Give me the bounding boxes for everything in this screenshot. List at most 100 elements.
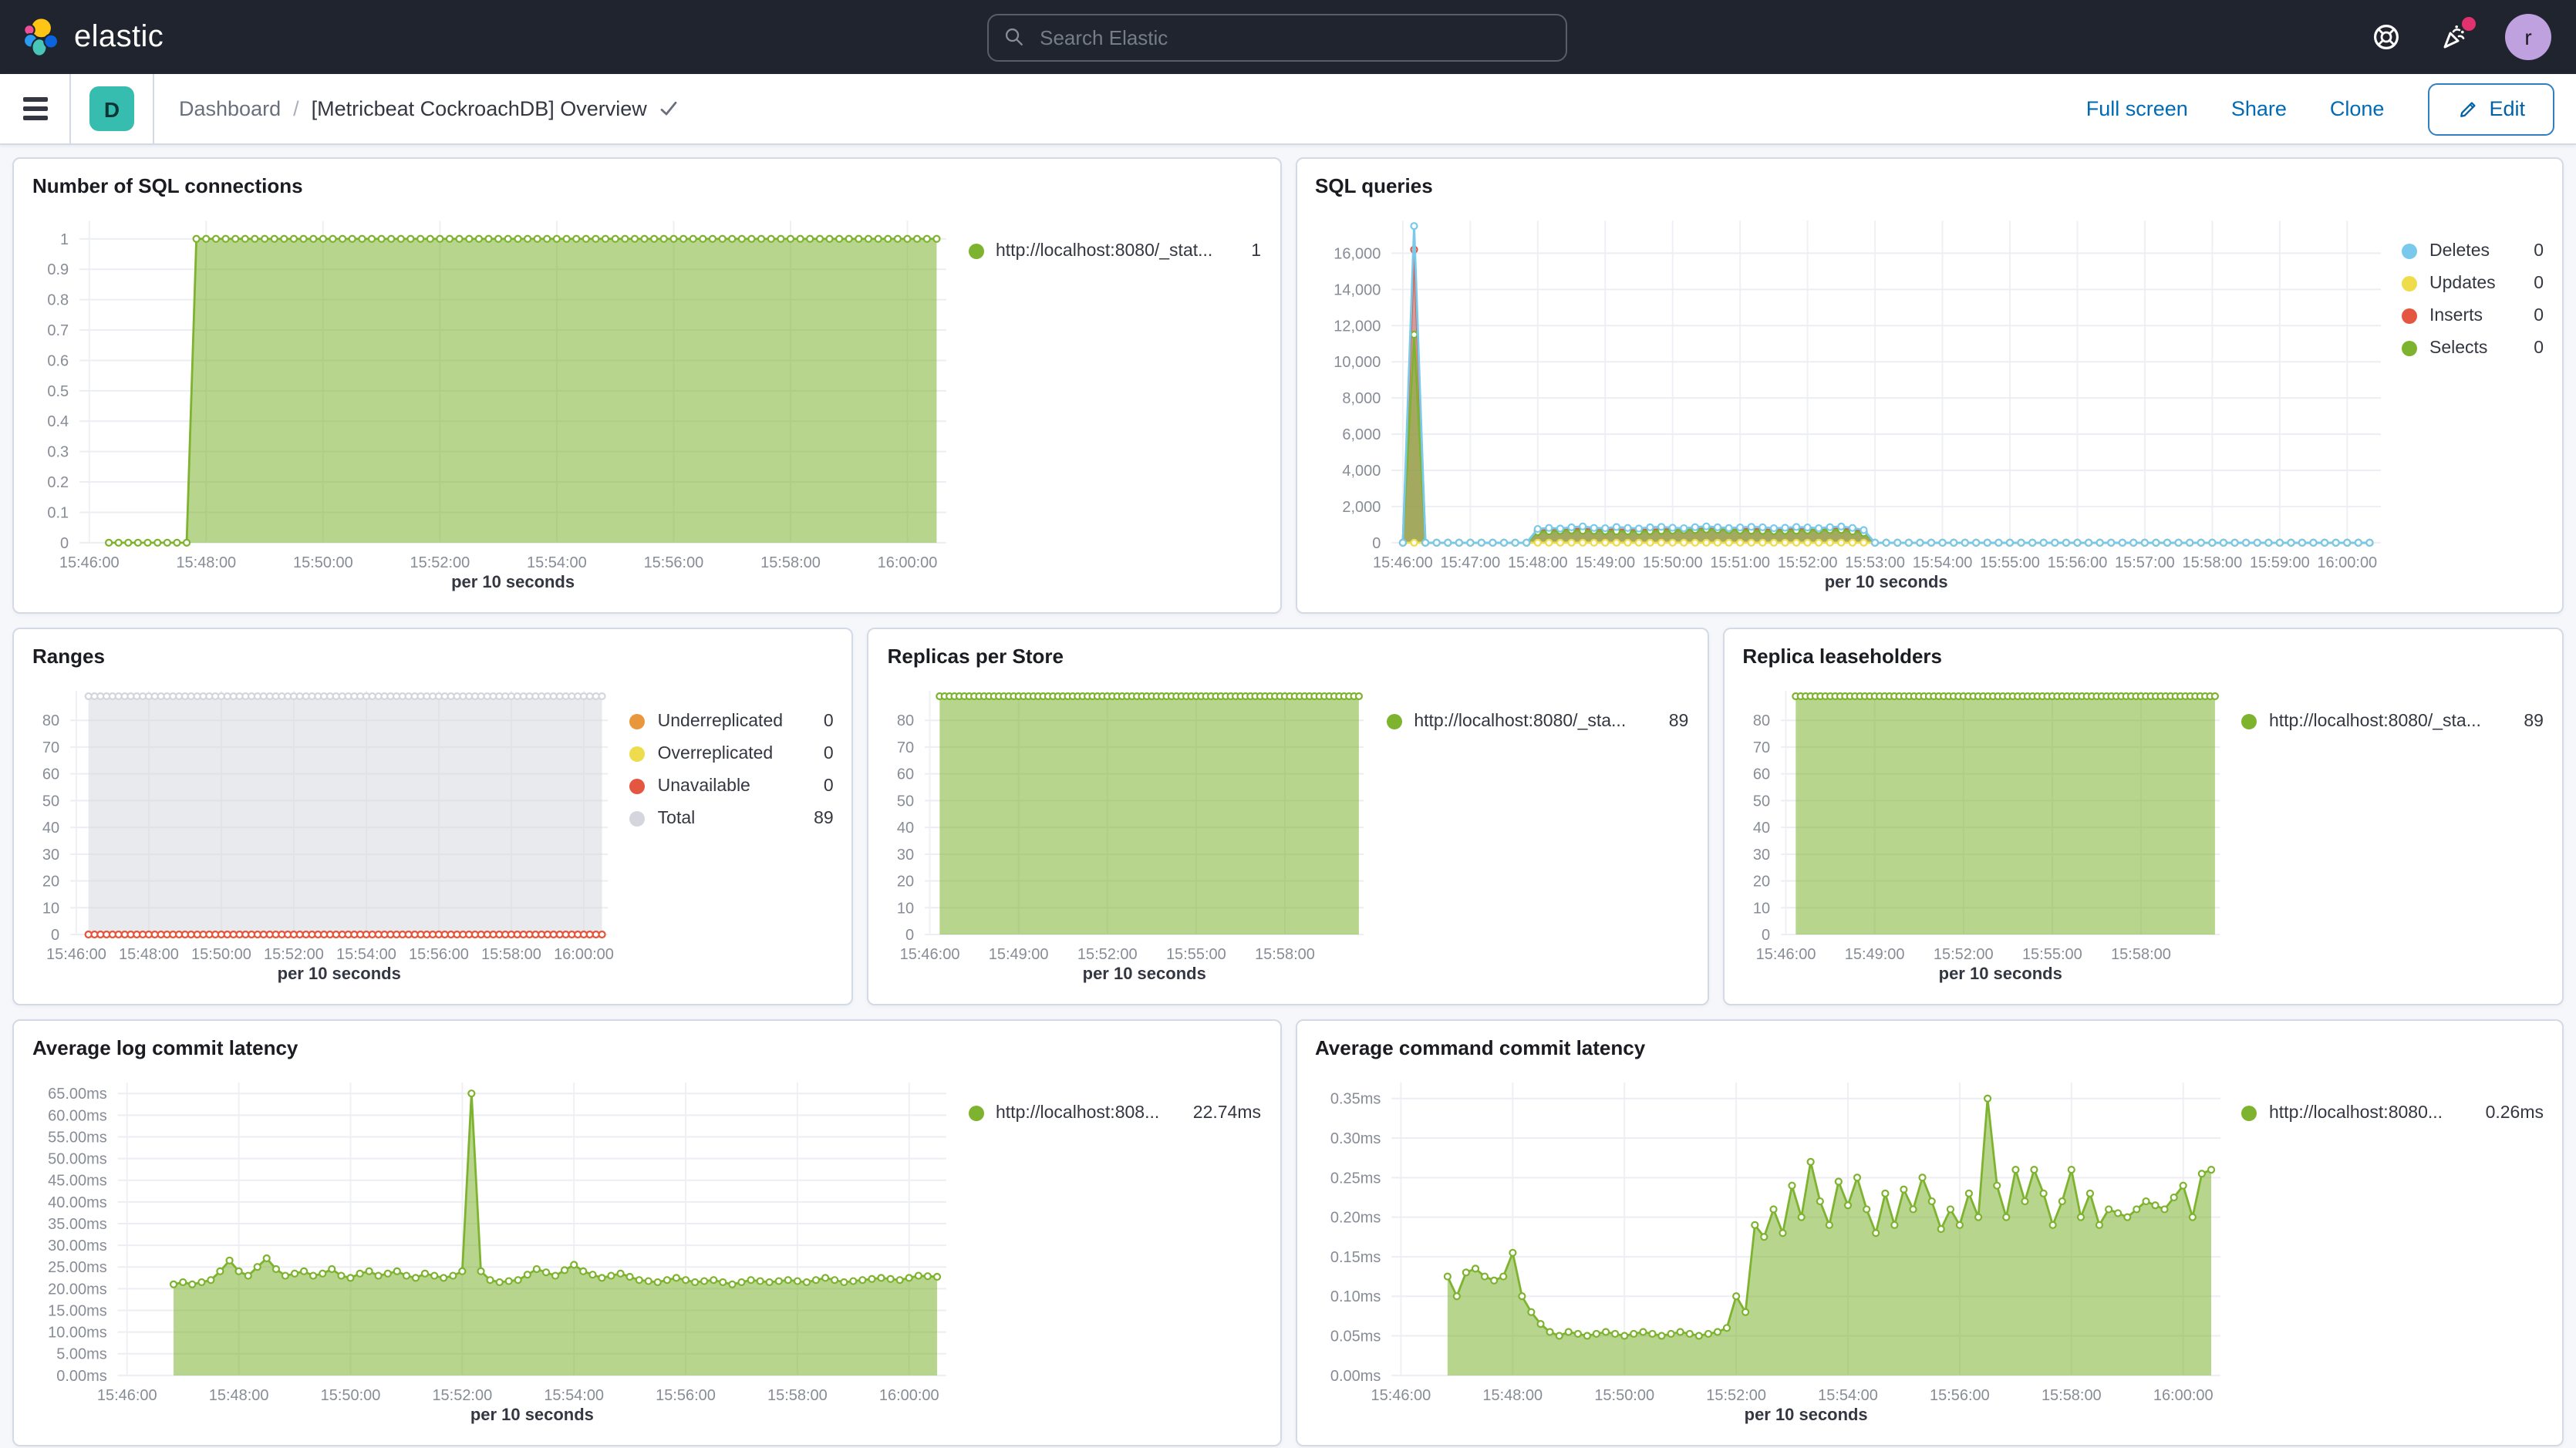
chart-container: 15:46:0015:49:0015:52:0015:55:0015:58:00…	[888, 675, 1387, 990]
svg-text:15:51:00: 15:51:00	[1709, 554, 1769, 571]
legend-item[interactable]: Underreplicated0	[630, 712, 834, 731]
dashboard-row-3: Average log commit latency 15:46:0015:48…	[12, 1019, 2564, 1446]
breadcrumb-separator: /	[293, 97, 299, 120]
panel-command-commit-latency: Average command commit latency 15:46:001…	[1295, 1019, 2564, 1446]
log-commit-latency-chart[interactable]: 15:46:0015:48:0015:50:0015:52:0015:54:00…	[32, 1067, 968, 1431]
legend-value: 0	[2524, 274, 2544, 293]
share-button[interactable]: Share	[2231, 97, 2287, 120]
chart-container: 15:46:0015:48:0015:50:0015:52:0015:54:00…	[32, 1067, 968, 1431]
svg-text:1: 1	[60, 231, 69, 248]
elastic-brand[interactable]: elastic	[0, 17, 185, 57]
legend-value: 0.26ms	[2477, 1104, 2544, 1123]
svg-text:40: 40	[42, 820, 59, 837]
svg-text:0.2: 0.2	[47, 474, 69, 491]
chart-container: 15:46:0015:48:0015:50:0015:52:0015:54:00…	[32, 675, 630, 990]
legend-item[interactable]: Updates0	[2402, 274, 2544, 293]
legend-item[interactable]: http://localhost:8080... 0.26ms	[2241, 1104, 2544, 1123]
sql-connections-chart[interactable]: 15:46:0015:48:0015:50:0015:52:0015:54:00…	[32, 205, 968, 598]
panel-title: Average command commit latency	[1315, 1035, 2544, 1061]
legend-item[interactable]: Selects0	[2402, 339, 2544, 358]
legend-item[interactable]: Overreplicated0	[630, 745, 834, 763]
global-search-box[interactable]	[987, 13, 1567, 61]
legend-item[interactable]: Total89	[630, 810, 834, 828]
dashboard-row-2: Ranges 15:46:0015:48:0015:50:0015:52:001…	[12, 628, 2564, 1005]
svg-text:50.00ms: 50.00ms	[48, 1151, 107, 1168]
svg-text:per 10 seconds: per 10 seconds	[1083, 964, 1206, 983]
legend-item[interactable]: Unavailable 0	[630, 777, 834, 796]
command-commit-latency-chart[interactable]: 15:46:0015:48:0015:50:0015:52:0015:54:00…	[1315, 1067, 2241, 1431]
breadcrumb-dashboard-link[interactable]: Dashboard	[179, 97, 281, 120]
news-feed-button[interactable]	[2437, 20, 2471, 54]
lifebuoy-icon	[2371, 22, 2402, 52]
legend-label: Unavailable	[658, 777, 750, 796]
user-avatar[interactable]: r	[2505, 14, 2551, 60]
svg-text:15:52:00: 15:52:00	[1705, 1387, 1765, 1404]
svg-text:15:49:00: 15:49:00	[989, 946, 1049, 963]
hamburger-icon	[22, 98, 47, 102]
legend-item[interactable]: http://localhost:8080/_sta...89	[1386, 712, 1688, 731]
chart-container: 15:46:0015:49:0015:52:0015:55:0015:58:00…	[1742, 675, 2241, 990]
search-wrapper	[185, 13, 2369, 61]
svg-text:15:56:00: 15:56:00	[1929, 1387, 1989, 1404]
replica-leaseholders-chart[interactable]: 15:46:0015:49:0015:52:0015:55:0015:58:00…	[1742, 675, 2241, 990]
svg-text:15:56:00: 15:56:00	[644, 554, 704, 571]
panel-sql-connections: Number of SQL connections 15:46:0015:48:…	[12, 157, 1281, 614]
svg-text:0: 0	[1371, 535, 1380, 552]
svg-text:15:52:00: 15:52:00	[410, 554, 470, 571]
svg-text:10: 10	[1752, 900, 1769, 917]
legend-value: 0	[814, 777, 834, 796]
elastic-logo-icon	[22, 17, 62, 57]
app-root: elastic	[0, 0, 2576, 1448]
svg-text:0.00ms: 0.00ms	[1330, 1368, 1380, 1385]
panel-title: Number of SQL connections	[32, 173, 1261, 199]
svg-text:15:50:00: 15:50:00	[191, 946, 251, 963]
legend-item[interactable]: Inserts0	[2402, 307, 2544, 325]
svg-text:20: 20	[1752, 874, 1769, 891]
legend-label: http://localhost:8080/_sta...	[1414, 712, 1626, 731]
legend-color-dot	[2402, 244, 2417, 259]
legend-item[interactable]: Deletes0	[2402, 242, 2544, 261]
svg-text:16:00:00: 16:00:00	[878, 554, 938, 571]
full-screen-button[interactable]: Full screen	[2086, 97, 2188, 120]
deployment-badge[interactable]: D	[89, 86, 134, 131]
edit-button-label: Edit	[2489, 97, 2525, 120]
search-input[interactable]	[1037, 24, 1550, 50]
svg-text:5.00ms: 5.00ms	[56, 1346, 106, 1363]
legend-label: http://localhost:808...	[996, 1104, 1159, 1123]
pencil-icon	[2456, 98, 2478, 120]
svg-text:35.00ms: 35.00ms	[48, 1216, 107, 1233]
svg-text:15:48:00: 15:48:00	[1482, 1387, 1542, 1404]
legend-color-dot	[2402, 341, 2417, 356]
legend-item[interactable]: http://localhost:808...22.74ms	[968, 1104, 1261, 1123]
legend-label: Deletes	[2429, 242, 2490, 261]
chart-legend: Underreplicated0Overreplicated0Unavailab…	[630, 675, 834, 990]
svg-text:15.00ms: 15.00ms	[48, 1302, 107, 1319]
svg-text:per 10 seconds: per 10 seconds	[1938, 964, 2062, 983]
clone-button[interactable]: Clone	[2330, 97, 2385, 120]
legend-label: http://localhost:8080...	[2269, 1104, 2443, 1123]
svg-text:80: 80	[42, 712, 59, 729]
notification-dot	[2462, 17, 2476, 31]
help-button[interactable]	[2369, 20, 2403, 54]
sql-queries-chart[interactable]: 15:46:0015:47:0015:48:0015:49:0015:50:00…	[1315, 205, 2402, 598]
svg-text:15:46:00: 15:46:00	[1755, 946, 1816, 963]
edit-button[interactable]: Edit	[2427, 83, 2554, 135]
menu-button[interactable]	[0, 74, 71, 143]
legend-item[interactable]: http://localhost:8080/_stat...1	[968, 242, 1261, 261]
svg-text:per 10 seconds: per 10 seconds	[451, 572, 575, 591]
deployment-badge-letter: D	[104, 96, 120, 121]
svg-text:15:46:00: 15:46:00	[900, 946, 960, 963]
title-dropdown-icon[interactable]	[659, 99, 679, 119]
svg-text:60: 60	[1752, 766, 1769, 783]
legend-label: Underreplicated	[658, 712, 783, 731]
svg-text:15:50:00: 15:50:00	[1642, 554, 1702, 571]
legend-item[interactable]: http://localhost:8080/_sta...89	[2241, 712, 2544, 731]
replicas-per-store-chart[interactable]: 15:46:0015:49:0015:52:0015:55:0015:58:00…	[888, 675, 1387, 990]
svg-text:0: 0	[60, 535, 69, 552]
svg-text:0.20ms: 0.20ms	[1330, 1210, 1380, 1227]
ranges-chart[interactable]: 15:46:0015:48:0015:50:0015:52:0015:54:00…	[32, 675, 630, 990]
svg-text:15:55:00: 15:55:00	[2021, 946, 2082, 963]
legend-color-dot	[630, 746, 646, 762]
legend-color-dot	[2241, 714, 2257, 729]
svg-text:70: 70	[1752, 739, 1769, 756]
